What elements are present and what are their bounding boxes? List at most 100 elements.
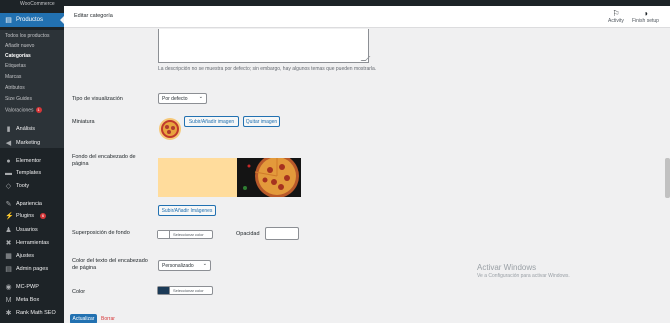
activity-label: Activity <box>608 18 624 24</box>
admin-pages-icon: ▤ <box>5 265 12 273</box>
sidebar-item-rank-math[interactable]: ✱ Rank Math SEO <box>0 307 64 319</box>
plugins-count-badge: 6 <box>40 213 47 219</box>
sidebar-item-label: Usuarios <box>16 227 38 233</box>
submenu-categorias[interactable]: Categorías <box>5 53 31 59</box>
display-type-value: Por defecto <box>162 95 188 102</box>
description-textarea[interactable] <box>158 29 369 63</box>
sidebar-item-woocommerce[interactable]: WooCommerce <box>0 0 64 7</box>
progress-circle-icon: ◑ <box>643 9 648 18</box>
sidebar-item-elementor[interactable]: ● Elementor <box>0 155 64 167</box>
chevron-down-icon: ⌄ <box>202 261 207 267</box>
pizza-photo-graphic <box>237 158 301 197</box>
plugin-icon: ⚡ <box>5 212 14 220</box>
brush-icon: ✎ <box>5 200 12 208</box>
header-text-color-value: Personalizado <box>162 262 194 269</box>
circle-icon: ◉ <box>5 283 12 291</box>
wrench-icon: ✖ <box>5 239 12 247</box>
sidebar-item-herramientas[interactable]: ✖ Herramientas <box>0 237 64 249</box>
sidebar-item-label: Análisis <box>16 126 35 132</box>
sidebar-item-marketing[interactable]: ◀ Marketing <box>0 137 64 149</box>
display-type-label: Tipo de visualización <box>72 96 123 102</box>
sidebar-item-label: Admin pages <box>16 266 49 272</box>
upload-image-button[interactable]: Subir/Añadir imagen <box>184 116 239 127</box>
chart-bar-icon: ▮ <box>6 125 11 133</box>
sidebar-item-label: Apariencia <box>16 201 42 207</box>
windows-activation-watermark: Activar Windows Ve a Configuración para … <box>477 263 637 280</box>
sidebar-item-analisis[interactable]: ▮ Análisis <box>0 123 64 135</box>
sidebar-item-label: Elementor <box>16 158 42 164</box>
submenu-todos-productos[interactable]: Todos los productos <box>5 33 49 39</box>
color-label: Color <box>72 289 86 295</box>
sidebar-item-label: Rank Math SEO <box>16 310 56 316</box>
sidebar-item-apariencia[interactable]: ✎ Apariencia <box>0 198 64 210</box>
remove-image-button[interactable]: Quitar imagen <box>243 116 280 127</box>
pizza-thumbnail-graphic <box>161 120 179 138</box>
submenu-atributos[interactable]: Atributos <box>5 85 25 91</box>
submenu-label: Valoraciones <box>5 107 34 114</box>
header-text-color-label: Color del texto del encabezado de página <box>72 258 148 271</box>
finish-setup-label: Finish setup <box>632 18 659 24</box>
delete-link[interactable]: Borrar <box>101 316 115 322</box>
upload-images-button[interactable]: Subir/Añadir Imágenes <box>158 205 216 216</box>
sidebar-item-label: Marketing <box>16 140 41 146</box>
archive-icon: ▤ <box>5 16 12 24</box>
scrollbar-thumb[interactable] <box>665 158 670 198</box>
submenu-etiquetas[interactable]: Etiquetas <box>5 63 26 69</box>
reviews-count-badge: 1 <box>35 107 42 113</box>
sidebar-item-plugins[interactable]: ⚡ Plugins 6 <box>0 210 64 222</box>
sidebar-item-admin-pages[interactable]: ▤ Admin pages <box>0 263 64 275</box>
users-icon: ♟ <box>5 226 12 234</box>
sidebar-item-label: Plugins <box>16 213 35 219</box>
sidebar-item-label: Productos <box>16 17 44 23</box>
header-text-color-select[interactable]: Personalizado ⌄ <box>158 260 211 271</box>
sidebar-item-label: Meta Box <box>16 297 40 303</box>
sidebar-item-productos[interactable]: ▤ Productos <box>0 13 64 27</box>
header-bg-preview <box>158 158 301 197</box>
pizza-photo <box>237 158 301 197</box>
rankmath-icon: ✱ <box>5 309 12 317</box>
thumbnail-label: Miniatura <box>72 119 95 125</box>
sidebar-item-label: Templates <box>16 170 42 176</box>
display-type-select[interactable]: Por defecto ⌄ <box>158 93 207 104</box>
text-color-picker[interactable]: Seleccionar color <box>157 286 213 295</box>
page-header: Editar categoría ⚐ Activity ◑ Finish set… <box>64 6 670 28</box>
description-help-text: La descripción no se muestra por defecto… <box>158 66 377 72</box>
sidebar-item-label: Ajustes <box>16 253 35 259</box>
elementor-icon: ● <box>6 157 11 165</box>
sidebar-item-usuarios[interactable]: ♟ Usuarios <box>0 224 64 236</box>
sidebar-item-label: MC-PWP <box>16 284 39 290</box>
flag-icon: ⚐ <box>612 9 620 18</box>
tooty-icon: ◇ <box>5 182 12 190</box>
sidebar-item-meta-box[interactable]: M Meta Box <box>0 294 64 306</box>
page-scrollbar[interactable] <box>665 28 670 323</box>
submenu-size-guides[interactable]: Size Guides <box>5 96 32 102</box>
header-bg-label: Fondo del encabezado de página <box>72 154 136 167</box>
metabox-icon: M <box>5 296 12 304</box>
finish-setup-button[interactable]: ◑ Finish setup <box>632 9 659 24</box>
overlay-label: Superposición de fondo <box>72 230 130 236</box>
admin-sidebar: WooCommerce ▤ Productos Todos los produc… <box>0 0 64 323</box>
submenu-anadir-nuevo[interactable]: Añadir nuevo <box>5 43 34 49</box>
update-button[interactable]: Actualizar <box>70 314 97 323</box>
sidebar-item-label: Tooty <box>16 183 30 189</box>
color-swatch <box>158 231 170 238</box>
watermark-title: Activar Windows <box>477 263 537 272</box>
sidebar-item-tooty[interactable]: ◇ Tooty <box>0 180 64 192</box>
page-title: Editar categoría <box>74 13 113 19</box>
submenu-valoraciones[interactable]: Valoraciones 1 <box>5 107 42 113</box>
chevron-down-icon: ⌄ <box>198 94 203 100</box>
select-color-label: Seleccionar color <box>173 288 204 293</box>
opacity-input[interactable] <box>265 227 299 240</box>
settings-icon: ▦ <box>5 252 12 260</box>
select-color-label: Seleccionar color <box>173 232 204 237</box>
sidebar-item-templates[interactable]: ▬ Templates <box>0 167 64 179</box>
submenu-marcas[interactable]: Marcas <box>5 74 21 80</box>
sidebar-item-mc-pwp[interactable]: ◉ MC-PWP <box>0 281 64 293</box>
sidebar-item-ajustes[interactable]: ▦ Ajustes <box>0 250 64 262</box>
overlay-color-picker[interactable]: Seleccionar color <box>157 230 213 239</box>
color-swatch <box>158 287 170 294</box>
megaphone-icon: ◀ <box>5 139 12 147</box>
activity-button[interactable]: ⚐ Activity <box>608 9 624 24</box>
watermark-subtitle: Ve a Configuración para activar Windows. <box>477 273 570 279</box>
opacity-label: Opacidad <box>236 231 260 237</box>
